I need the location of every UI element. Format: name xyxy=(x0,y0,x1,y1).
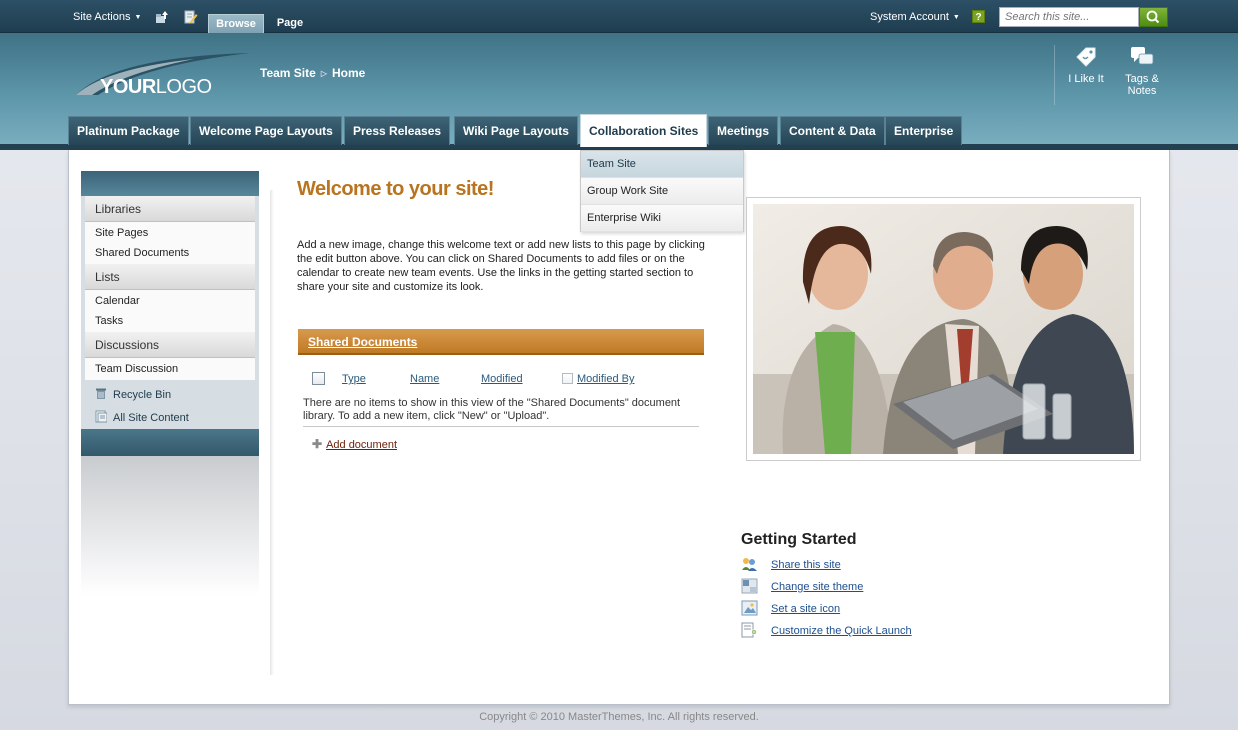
search-input[interactable] xyxy=(999,7,1139,27)
ql-group-discussions: Team Discussion xyxy=(85,358,255,380)
dropdown-item-enterprise-wiki[interactable]: Enterprise Wiki xyxy=(581,205,743,232)
shared-documents-title-link[interactable]: Shared Documents xyxy=(308,335,417,349)
tab-welcome-page-layouts[interactable]: Welcome Page Layouts xyxy=(190,116,342,145)
add-document-link[interactable]: Add document xyxy=(326,439,397,451)
ql-heading-libraries[interactable]: Libraries xyxy=(85,196,255,222)
logo-text-light: LOGO xyxy=(155,76,212,98)
tags-notes-icon xyxy=(1131,47,1154,65)
column-type[interactable]: Type xyxy=(342,373,366,385)
tab-meetings[interactable]: Meetings xyxy=(708,116,779,145)
ql-recycle-bin[interactable]: Recycle Bin xyxy=(85,384,255,407)
tab-enterprise[interactable]: Enterprise xyxy=(885,116,963,145)
breadcrumb-arrow-icon: ▷ xyxy=(320,69,327,78)
social-divider xyxy=(1054,45,1055,105)
all-site-content-icon xyxy=(95,410,107,423)
tab-page[interactable]: Page xyxy=(270,14,310,33)
tab-wiki-page-layouts[interactable]: Wiki Page Layouts xyxy=(454,116,578,145)
ql-group-lists: Calendar Tasks xyxy=(85,290,255,332)
tab-content-data[interactable]: Content & Data xyxy=(780,116,885,145)
quick-launch: Libraries Site Pages Shared Documents Li… xyxy=(85,196,255,430)
gs-item-quicklaunch: Customize the Quick Launch xyxy=(741,622,912,638)
gs-item-icon: Set a site icon xyxy=(741,600,840,616)
navigate-up-icon[interactable] xyxy=(155,10,169,24)
dropdown-item-group-work-site[interactable]: Group Work Site xyxy=(581,178,743,205)
logo-text-bold: YOUR xyxy=(100,76,156,98)
dropdown-item-team-site[interactable]: Team Site xyxy=(581,151,743,178)
help-icon[interactable]: ? xyxy=(972,10,985,23)
library-divider xyxy=(303,426,699,427)
add-plus-icon: ✚ xyxy=(312,437,323,451)
ql-item-calendar[interactable]: Calendar xyxy=(85,291,255,311)
ql-item-team-discussion[interactable]: Team Discussion xyxy=(85,359,255,379)
chevron-down-icon: ▼ xyxy=(952,14,960,21)
edit-page-icon[interactable] xyxy=(184,10,198,24)
ql-group-libraries: Site Pages Shared Documents xyxy=(85,222,255,264)
account-label: System Account xyxy=(870,11,949,23)
tab-browse[interactable]: Browse xyxy=(208,14,264,33)
breadcrumb-item-page: Home xyxy=(331,66,366,80)
chevron-down-icon: ▼ xyxy=(134,14,142,21)
welcome-photo-frame xyxy=(746,197,1141,461)
column-modified-by[interactable]: Modified By xyxy=(577,373,634,385)
column-name[interactable]: Name xyxy=(410,373,439,385)
breadcrumb-item-site[interactable]: Team Site xyxy=(260,66,316,80)
getting-started-title: Getting Started xyxy=(741,531,857,548)
set-site-icon-link[interactable]: Set a site icon xyxy=(771,603,840,615)
modified-by-filter-checkbox[interactable] xyxy=(562,373,573,384)
column-shadow xyxy=(270,190,274,675)
recycle-bin-icon xyxy=(96,388,106,399)
page-title: Welcome to your site! xyxy=(297,178,494,200)
recycle-bin-label: Recycle Bin xyxy=(113,389,172,401)
ql-item-shared-documents[interactable]: Shared Documents xyxy=(85,243,255,263)
customize-quick-launch-icon xyxy=(741,622,757,638)
ql-heading-discussions[interactable]: Discussions xyxy=(85,332,255,358)
ql-item-tasks[interactable]: Tasks xyxy=(85,311,255,331)
share-site-icon xyxy=(742,558,757,571)
empty-library-message: There are no items to show in this view … xyxy=(303,397,681,422)
tags-notes-label: Tags & Notes xyxy=(1125,73,1159,97)
like-tag-icon xyxy=(1076,47,1096,67)
logo-text[interactable]: YOURLOGO xyxy=(100,76,212,99)
footer-copyright: Copyright © 2010 MasterThemes, Inc. All … xyxy=(479,711,759,723)
shared-documents-header: Shared Documents xyxy=(298,329,704,355)
gs-item-share: Share this site xyxy=(741,556,841,572)
tab-platinum-package[interactable]: Platinum Package xyxy=(68,116,189,145)
account-menu[interactable]: System Account ▼ xyxy=(870,11,960,23)
customize-quick-launch-link[interactable]: Customize the Quick Launch xyxy=(771,625,912,637)
collaboration-sites-dropdown: Team Site Group Work Site Enterprise Wik… xyxy=(580,150,744,232)
add-document-row: ✚ Add document xyxy=(312,437,397,451)
change-theme-link[interactable]: Change site theme xyxy=(771,581,863,593)
ql-item-site-pages[interactable]: Site Pages xyxy=(85,223,255,243)
set-site-icon-icon xyxy=(741,600,758,616)
tab-collaboration-sites[interactable]: Collaboration Sites xyxy=(580,114,708,147)
breadcrumb: Team Site ▷ Home xyxy=(260,66,365,80)
all-site-content-label: All Site Content xyxy=(113,412,189,424)
i-like-it-label: I Like It xyxy=(1068,73,1104,85)
quick-launch-fade xyxy=(81,456,259,596)
i-like-it-button[interactable]: I Like It xyxy=(1068,45,1104,85)
tab-press-releases[interactable]: Press Releases xyxy=(344,116,451,145)
welcome-text: Add a new image, change this welcome tex… xyxy=(297,239,705,293)
search-button[interactable] xyxy=(1139,7,1168,27)
ribbon-bar: Site Actions ▼ Browse Page System Account… xyxy=(0,0,1238,33)
ql-all-site-content[interactable]: All Site Content xyxy=(85,407,255,430)
tags-notes-button[interactable]: Tags & Notes xyxy=(1118,45,1166,97)
change-theme-icon xyxy=(741,578,758,594)
site-actions-menu[interactable]: Site Actions ▼ xyxy=(73,11,141,23)
column-modified[interactable]: Modified xyxy=(481,373,523,385)
site-actions-label: Site Actions xyxy=(73,11,131,23)
select-all-checkbox[interactable] xyxy=(312,372,325,385)
welcome-photo-image xyxy=(753,204,1134,454)
ql-heading-lists[interactable]: Lists xyxy=(85,264,255,290)
gs-item-theme: Change site theme xyxy=(741,578,863,594)
search-icon xyxy=(1146,10,1160,24)
share-site-link[interactable]: Share this site xyxy=(771,559,841,571)
